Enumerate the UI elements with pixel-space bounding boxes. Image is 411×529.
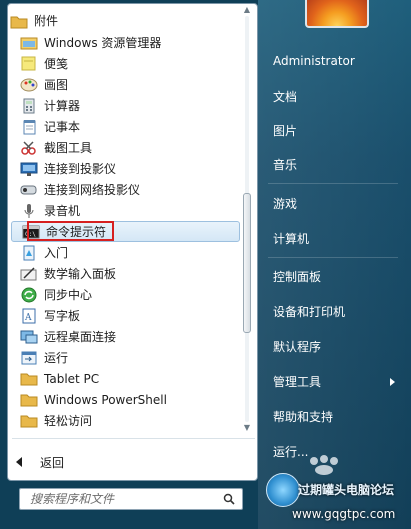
menu-item-label: Tablet PC — [44, 371, 100, 386]
menu-item-notepad[interactable]: 记事本 — [10, 116, 240, 137]
folder-open-icon — [10, 13, 28, 29]
paw-print-icon — [310, 455, 338, 475]
back-button[interactable]: 返回 — [16, 452, 64, 472]
menu-item-sound-recorder[interactable]: 录音机 — [10, 200, 240, 221]
menu-item-accessories-folder[interactable]: 附件 — [10, 10, 240, 31]
menu-item-sync-center[interactable]: 同步中心 — [10, 284, 240, 305]
menu-item-powershell-folder[interactable]: Windows PowerShell — [10, 389, 240, 410]
network-projector-icon — [20, 182, 38, 198]
right-separator — [268, 183, 398, 184]
menu-item-label: 画图 — [44, 78, 69, 92]
right-item-music[interactable]: 音乐 — [273, 156, 297, 174]
scroll-up-arrow-icon[interactable]: ▲ — [242, 6, 252, 14]
search-icon[interactable] — [223, 493, 235, 505]
right-item-control-panel[interactable]: 控制面板 — [273, 268, 321, 286]
right-item-default-programs[interactable]: 默认程序 — [273, 338, 321, 356]
menu-item-tablet-pc-folder[interactable]: Tablet PC — [10, 368, 240, 389]
run-icon — [20, 350, 38, 366]
svg-text:C:\: C:\ — [25, 231, 36, 238]
menu-item-run[interactable]: 运行 — [10, 347, 240, 368]
submenu-arrow-icon — [390, 378, 395, 386]
menu-item-label: 计算器 — [44, 99, 81, 113]
programs-scrollbar[interactable]: ▲ ▼ — [240, 6, 254, 432]
menu-item-label: 记事本 — [44, 120, 81, 134]
right-item-help-support[interactable]: 帮助和支持 — [273, 408, 333, 426]
calculator-icon — [20, 98, 38, 114]
projector-icon — [20, 161, 38, 177]
divider — [12, 438, 255, 439]
menu-item-label: 附件 — [34, 14, 59, 28]
menu-item-explorer[interactable]: Windows 资源管理器 — [10, 32, 240, 53]
menu-item-label: Windows PowerShell — [44, 392, 167, 407]
math-input-icon — [20, 266, 38, 282]
back-label: 返回 — [40, 455, 65, 470]
menu-item-network-projector[interactable]: 连接到网络投影仪 — [10, 179, 240, 200]
menu-item-command-prompt[interactable]: C:\ 命令提示符 — [11, 221, 240, 242]
right-item-username[interactable]: Administrator — [273, 52, 355, 70]
folder-icon — [20, 413, 38, 429]
menu-item-wordpad[interactable]: A 写字板 — [10, 305, 240, 326]
menu-item-label: 截图工具 — [44, 141, 93, 155]
menu-item-paint[interactable]: 画图 — [10, 74, 240, 95]
menu-item-label: 入门 — [44, 246, 69, 260]
menu-item-label: 写字板 — [44, 309, 81, 323]
right-item-admin-tools[interactable]: 管理工具 — [273, 373, 321, 391]
watermark-title: 过期罐头电脑论坛 — [298, 483, 395, 497]
right-item-games[interactable]: 游戏 — [273, 195, 297, 213]
folder-icon — [20, 392, 38, 408]
menu-item-label: 远程桌面连接 — [44, 330, 117, 344]
cmd-icon: C:\ — [22, 224, 40, 240]
watermark: 过期罐头电脑论坛 www.gqgtpc.com — [262, 455, 411, 529]
right-separator — [268, 257, 398, 258]
menu-item-snipping-tool[interactable]: 截图工具 — [10, 137, 240, 158]
menu-item-ease-of-access-folder[interactable]: 轻松访问 — [10, 410, 240, 431]
sync-center-icon — [20, 287, 38, 303]
scroll-thumb[interactable] — [243, 193, 251, 333]
right-item-devices-printers[interactable]: 设备和打印机 — [273, 303, 345, 321]
menu-item-calculator[interactable]: 计算器 — [10, 95, 240, 116]
menu-item-label: Windows 资源管理器 — [44, 36, 162, 50]
watermark-logo-icon — [266, 473, 300, 507]
getting-started-icon — [20, 245, 38, 261]
search-input[interactable] — [28, 491, 212, 507]
svg-text:A: A — [24, 313, 32, 323]
menu-item-label: 同步中心 — [44, 288, 93, 302]
menu-item-getting-started[interactable]: 入门 — [10, 242, 240, 263]
microphone-icon — [20, 203, 38, 219]
folder-icon — [20, 371, 38, 387]
watermark-url: www.gqgtpc.com — [292, 507, 396, 521]
menu-item-label: 便笺 — [44, 57, 69, 71]
right-item-pictures[interactable]: 图片 — [273, 122, 297, 140]
menu-item-projector[interactable]: 连接到投影仪 — [10, 158, 240, 179]
menu-item-label: 轻松访问 — [44, 414, 93, 428]
snipping-tool-icon — [20, 140, 38, 156]
paint-icon — [20, 77, 38, 93]
menu-item-label: 数学输入面板 — [44, 267, 117, 281]
menu-item-label: 连接到投影仪 — [44, 162, 117, 176]
menu-item-label: 运行 — [44, 351, 69, 365]
search-box[interactable] — [19, 488, 243, 510]
sticky-notes-icon — [20, 56, 38, 72]
remote-desktop-icon — [20, 329, 38, 345]
notepad-icon — [20, 119, 38, 135]
user-avatar[interactable] — [305, 0, 369, 28]
menu-item-label: 命令提示符 — [46, 225, 107, 239]
menu-item-sticky-notes[interactable]: 便笺 — [10, 53, 240, 74]
scroll-down-arrow-icon[interactable]: ▼ — [242, 424, 252, 432]
back-arrow-icon — [16, 457, 22, 467]
wordpad-icon: A — [20, 308, 38, 324]
right-item-documents[interactable]: 文档 — [273, 88, 297, 106]
menu-item-math-input[interactable]: 数学输入面板 — [10, 263, 240, 284]
menu-item-remote-desktop[interactable]: 远程桌面连接 — [10, 326, 240, 347]
menu-item-label: 连接到网络投影仪 — [44, 183, 141, 197]
right-item-computer[interactable]: 计算机 — [273, 230, 309, 248]
menu-item-label: 录音机 — [44, 204, 81, 218]
explorer-icon — [20, 35, 38, 51]
